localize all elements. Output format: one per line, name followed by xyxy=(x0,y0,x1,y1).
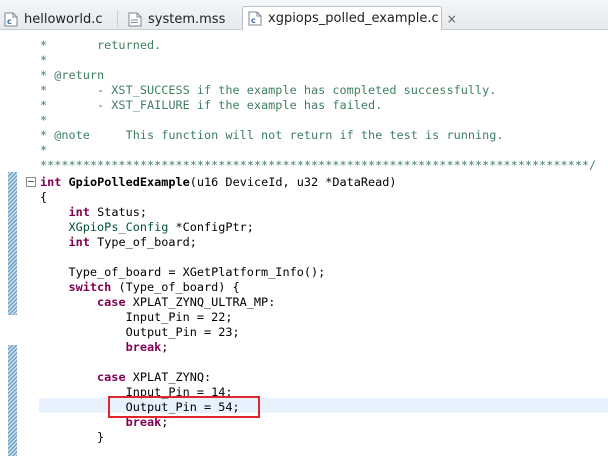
tab-label: helloworld.c xyxy=(24,11,103,27)
mss-file-icon xyxy=(128,12,142,27)
change-marker-bar xyxy=(8,345,17,456)
editor-tab-bar: c helloworld.c system.mss c xgpiops_poll… xyxy=(0,0,608,30)
code-line: case XPLAT_ZYNQ_ULTRA_MP: xyxy=(97,295,276,309)
svg-text:c: c xyxy=(7,17,12,26)
code-line: } xyxy=(40,430,105,444)
code-line: int Type_of_board; xyxy=(68,235,197,249)
c-file-icon: c xyxy=(4,12,18,27)
code-line: * xyxy=(40,143,48,157)
code-line: * @return xyxy=(40,68,105,82)
tab-separator xyxy=(117,10,118,26)
svg-text:c: c xyxy=(251,16,256,25)
code-editor[interactable]: * returned. * * @return * - XST_SUCCESS … xyxy=(0,30,608,456)
code-line: { xyxy=(40,190,48,204)
code-line: case XPLAT_ZYNQ: xyxy=(97,370,212,384)
c-file-icon: c xyxy=(248,11,262,26)
code-line: * xyxy=(40,113,48,127)
tab-xgpiops-polled-example[interactable]: c xgpiops_polled_example.c × xyxy=(242,6,457,30)
code-line: * returned. xyxy=(40,38,162,52)
tab-label: system.mss xyxy=(148,11,226,27)
close-icon[interactable]: × xyxy=(447,12,457,26)
code-line: Output_Pin = 23; xyxy=(40,325,240,339)
code-line: Input_Pin = 22; xyxy=(40,310,233,324)
code-line: * xyxy=(40,53,48,67)
code-line: Type_of_board = XGetPlatform_Info(); xyxy=(40,265,326,279)
code-line: switch (Type_of_board) { xyxy=(68,280,240,294)
tab-helloworld[interactable]: c helloworld.c xyxy=(4,8,112,30)
code-line: ****************************************… xyxy=(40,158,597,172)
tab-system-mss[interactable]: system.mss xyxy=(128,8,238,30)
code-line: int GpioPolledExample(u16 DeviceId, u32 … xyxy=(40,175,397,189)
code-line: XGpioPs_Config *ConfigPtr; xyxy=(68,220,254,234)
code-line: * - XST_FAILURE if the example has faile… xyxy=(40,98,383,112)
tab-label: xgpiops_polled_example.c xyxy=(268,11,439,26)
code-line: break; xyxy=(125,340,169,354)
annotation-highlight-box xyxy=(108,396,260,418)
change-marker-bar xyxy=(8,172,17,315)
code-line: * @note This function will not return if… xyxy=(40,128,504,142)
code-line: * - XST_SUCCESS if the example has compl… xyxy=(40,83,497,97)
code-line: int Status; xyxy=(68,205,147,219)
fold-toggle-icon[interactable] xyxy=(26,177,36,187)
